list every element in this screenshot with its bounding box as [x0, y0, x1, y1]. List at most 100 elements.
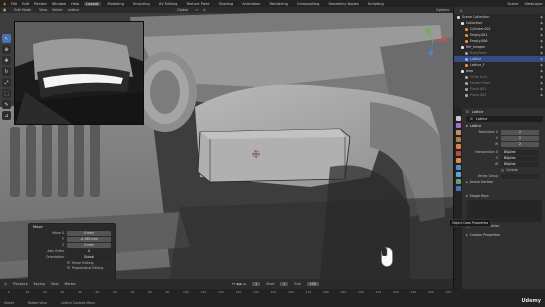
mode-selector[interactable]: Edit Mode	[11, 7, 35, 13]
active-section-header[interactable]: ▸ Active Section	[463, 179, 545, 185]
tab-animation[interactable]: Animation	[240, 2, 262, 6]
vertex-group-field[interactable]	[501, 173, 539, 179]
mirror-editing-checkbox[interactable]	[67, 261, 70, 264]
menu-window[interactable]: Window	[52, 2, 66, 6]
transform-tool-icon[interactable]: ⬚	[2, 89, 11, 98]
visibility-eye-icon[interactable]: ◉	[540, 75, 543, 79]
collapse-chevron-icon: ▸	[466, 180, 468, 184]
axis-ortho-dropdown[interactable]: X	[67, 248, 111, 254]
tab-shading[interactable]: Shading	[217, 2, 236, 6]
interpolation-v-dropdown[interactable]: BSpline	[501, 155, 539, 161]
shape-keys-header[interactable]: ▾ Shape Keys	[463, 193, 545, 199]
resolution-u-field[interactable]: 2	[501, 129, 539, 135]
move-z-field[interactable]: 0 mm	[67, 242, 111, 248]
navigation-gizmo[interactable]	[418, 27, 448, 57]
select-box-icon[interactable]: ↖	[2, 34, 11, 43]
menu-help[interactable]: Help	[71, 2, 79, 6]
visibility-eye-icon[interactable]: ◉	[540, 93, 543, 97]
visibility-eye-icon[interactable]: ◉	[540, 69, 543, 73]
menu-playback[interactable]: Playback	[13, 282, 28, 286]
data-name-field[interactable]: ⊞ Lattice	[466, 116, 543, 122]
visibility-eye-icon[interactable]: ◉	[540, 45, 543, 49]
tab-compositing[interactable]: Compositing	[295, 2, 322, 6]
constraints-tab-icon[interactable]	[455, 179, 461, 184]
proportional-icon[interactable]: ◎	[203, 8, 206, 12]
3d-viewport[interactable]: ▣ Edit Mode View Select Lattice Global ⌖…	[0, 7, 453, 279]
end-frame-field[interactable]: 250	[306, 282, 319, 286]
tab-layout[interactable]: Layout	[84, 1, 101, 6]
proportional-editing-row[interactable]: Proportional Editing	[29, 265, 115, 270]
output-tab-icon[interactable]	[455, 130, 461, 135]
start-frame-field[interactable]: 1	[280, 282, 289, 286]
menu-file[interactable]: File	[11, 2, 17, 6]
playback-controls[interactable]: ⏮ ◀ ▶ ⏭	[232, 282, 246, 286]
visibility-eye-icon[interactable]: ◉	[540, 33, 543, 37]
tab-rendering[interactable]: Rendering	[268, 2, 290, 6]
snap-icon[interactable]: ⌖	[196, 8, 198, 12]
last-operator-panel[interactable]: Move Move X 0 mm Y -0.363 mm Z 0 mm Axis…	[28, 223, 116, 279]
move-x-field[interactable]: 0 mm	[67, 230, 111, 236]
data-name-value: Lattice	[475, 117, 488, 121]
current-frame-field[interactable]: 1	[252, 282, 261, 286]
tab-geometry-nodes[interactable]: Geometry Nodes	[326, 2, 360, 6]
outliner-row[interactable]: Plane.002 ◉	[454, 92, 545, 98]
visibility-eye-icon[interactable]: ◉	[540, 63, 543, 67]
object-tab-icon[interactable]	[455, 158, 461, 163]
resolution-v-field[interactable]: 2	[501, 135, 539, 141]
proportional-editing-checkbox[interactable]	[67, 266, 70, 269]
menu-edit[interactable]: Edit	[22, 2, 29, 6]
visibility-eye-icon[interactable]: ◉	[540, 39, 543, 43]
interpolation-w-dropdown[interactable]: BSpline	[501, 161, 539, 167]
tab-texture-paint[interactable]: Texture Paint	[184, 2, 211, 6]
move-tool-icon[interactable]: ✥	[2, 56, 11, 65]
object-data-tab-icon[interactable]	[455, 186, 461, 191]
rotate-tool-icon[interactable]: ↻	[2, 67, 11, 76]
editor-type-icon[interactable]: ▣	[3, 8, 6, 12]
visibility-eye-icon[interactable]: ◉	[540, 87, 543, 91]
visibility-eye-icon[interactable]: ◉	[540, 81, 543, 85]
cursor-tool-icon[interactable]: ⊕	[2, 45, 11, 54]
move-y-field[interactable]: -0.363 mm	[67, 236, 111, 242]
physics-tab-icon[interactable]	[455, 172, 461, 177]
measure-tool-icon[interactable]: ⊿	[2, 111, 11, 120]
menu-keying[interactable]: Keying	[34, 282, 45, 286]
outside-toggle[interactable]: Outside	[501, 168, 518, 172]
visibility-eye-icon[interactable]: ◉	[540, 57, 543, 61]
menu-lattice[interactable]: Lattice	[68, 8, 80, 12]
orientation-selector[interactable]: Global	[174, 7, 191, 13]
options-dropdown[interactable]: Options	[436, 8, 449, 12]
interpolation-u-dropdown[interactable]: BSpline	[501, 149, 539, 155]
world-tab-icon[interactable]	[455, 151, 461, 156]
render-tab-icon[interactable]	[455, 123, 461, 128]
tool-tab-icon[interactable]	[455, 116, 461, 121]
tab-scripting[interactable]: Scripting	[366, 2, 386, 6]
scene-tab-icon[interactable]	[455, 144, 461, 149]
tab-uv-editing[interactable]: UV Editing	[157, 2, 180, 6]
outside-checkbox[interactable]	[501, 168, 504, 172]
tab-sculpting[interactable]: Sculpting	[131, 2, 152, 6]
annotate-tool-icon[interactable]: ✎	[2, 100, 11, 109]
scene-selector[interactable]: Scene	[507, 2, 518, 6]
menu-marker[interactable]: Marker	[65, 282, 76, 286]
custom-properties-header[interactable]: ▸ Custom Properties	[463, 232, 545, 238]
outliner[interactable]: ⚲ Scene Collection ◉ Collection ◉ Cylinder.0…	[454, 7, 545, 107]
view-layer-selector[interactable]: ViewLayer	[524, 2, 543, 6]
orientation-dropdown[interactable]: Global	[67, 254, 111, 260]
visibility-eye-icon[interactable]: ◉	[540, 21, 543, 25]
view-layer-tab-icon[interactable]	[455, 137, 461, 142]
resolution-w-field[interactable]: 2	[501, 141, 539, 147]
blender-logo-icon[interactable]: ◉	[3, 2, 6, 6]
menu-view-timeline[interactable]: View	[51, 282, 59, 286]
modifier-tab-icon[interactable]	[455, 165, 461, 170]
timeline-editor-icon[interactable]: ◷	[4, 282, 7, 286]
menu-view[interactable]: View	[39, 8, 47, 12]
visibility-eye-icon[interactable]: ◉	[540, 15, 543, 19]
scale-tool-icon[interactable]: ⤢	[2, 78, 11, 87]
timeline-ruler[interactable]: 0 10 20 30 40 50 60 70 80 90 100 110 120 130 140 150 160…	[0, 289, 545, 299]
tab-modeling[interactable]: Modeling	[106, 2, 126, 6]
menu-select[interactable]: Select	[52, 8, 62, 12]
visibility-eye-icon[interactable]: ◉	[540, 27, 543, 31]
filter-icon[interactable]: ⚲	[460, 9, 462, 13]
visibility-eye-icon[interactable]: ◉	[540, 51, 543, 55]
menu-render[interactable]: Render	[34, 2, 47, 6]
